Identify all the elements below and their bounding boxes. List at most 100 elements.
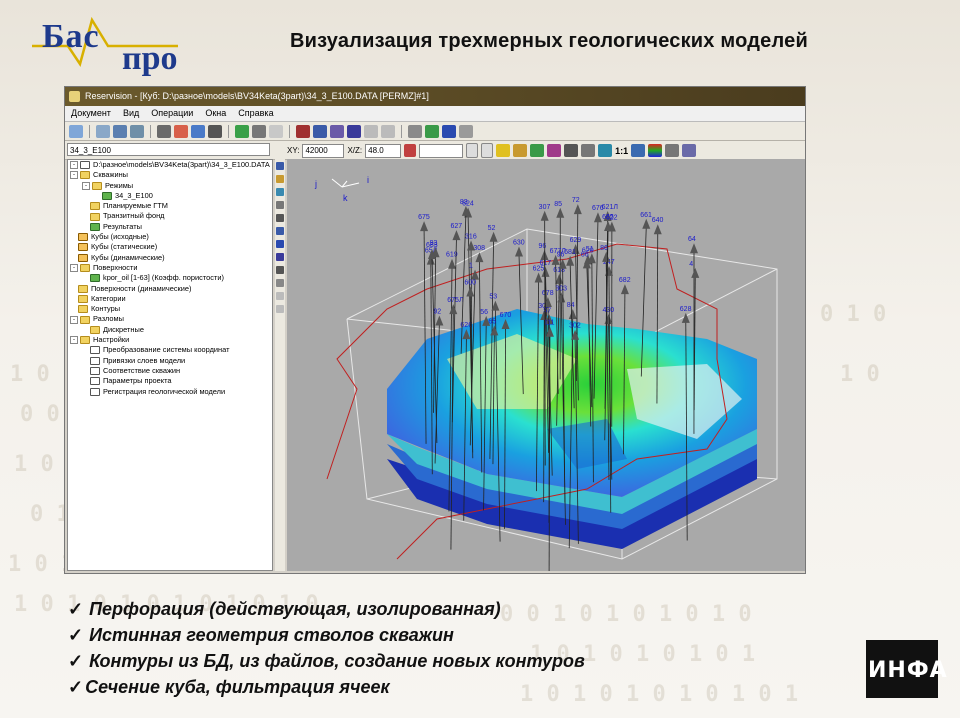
tree-item[interactable]: 34_3_E100	[68, 191, 272, 201]
palette-icon[interactable]	[191, 124, 205, 138]
reset-icon[interactable]	[404, 144, 417, 157]
wells-tool-icon[interactable]	[276, 201, 284, 209]
tree-item[interactable]: Транзитный фонд	[68, 211, 272, 221]
tree-item[interactable]: - D:\разное\models\BV34Keta(3part)\34_3_E…	[68, 160, 272, 170]
cube-icon	[78, 253, 88, 262]
tree-item[interactable]: - Разломы	[68, 314, 272, 324]
tree-item[interactable]: Результаты	[68, 222, 272, 232]
surface-tool-icon[interactable]	[276, 214, 284, 222]
layers-icon[interactable]	[530, 144, 545, 157]
menu-document[interactable]: Документ	[69, 106, 113, 121]
tree-item[interactable]: Контуры	[68, 304, 272, 314]
perforation-icon[interactable]	[276, 240, 284, 248]
well-label: 303	[555, 285, 567, 292]
collapse-toggle-icon[interactable]: -	[82, 181, 90, 190]
chart-icon[interactable]	[313, 124, 327, 138]
folder-open-icon[interactable]	[276, 175, 284, 183]
main-toolbar	[65, 122, 805, 141]
filter-tool-icon[interactable]	[276, 188, 284, 196]
inspect-icon[interactable]	[665, 144, 680, 157]
tree-item[interactable]: Параметры проекта	[68, 376, 272, 386]
print-icon[interactable]	[459, 124, 473, 138]
tree-item-label: Настройки	[93, 335, 130, 345]
tree-item[interactable]: Преобразование системы координат	[68, 345, 272, 355]
tree-item[interactable]: Поверхности (динамические)	[68, 284, 272, 294]
tree-item[interactable]: Планируемые ГТМ	[68, 201, 272, 211]
save-view-icon[interactable]	[276, 279, 284, 287]
tree-item[interactable]: - Настройки	[68, 335, 272, 345]
tree-item[interactable]: Кубы (исходные)	[68, 232, 272, 242]
xy-scale-field[interactable]: 42000	[302, 143, 345, 158]
book-icon[interactable]	[598, 144, 613, 157]
tree-item[interactable]: Дискретные	[68, 325, 272, 335]
tree-item[interactable]: Категории	[68, 294, 272, 304]
check-icon: ✓	[68, 651, 84, 671]
grid-icon[interactable]	[269, 124, 283, 138]
redo-icon[interactable]	[381, 124, 395, 138]
trajectory-icon[interactable]	[276, 227, 284, 235]
folder-icon	[80, 171, 90, 180]
wells-icon[interactable]	[235, 124, 249, 138]
collapse-toggle-icon[interactable]: -	[70, 315, 78, 324]
tree-item[interactable]: Кубы (динамические)	[68, 253, 272, 263]
well-label: 83	[460, 199, 468, 206]
refresh-icon[interactable]	[425, 124, 439, 138]
edit-icon[interactable]	[276, 162, 284, 170]
prev-arrow-icon[interactable]	[466, 143, 479, 158]
collapse-toggle-icon[interactable]: -	[70, 336, 78, 345]
3d-model-view[interactable]: j k i 618 617 620 621Л 622 624 619 625 626 629 630…	[287, 159, 805, 571]
redo-view-icon[interactable]	[276, 305, 284, 313]
filter-icon[interactable]	[631, 144, 646, 157]
collapse-toggle-icon[interactable]: -	[70, 264, 78, 273]
bike-icon[interactable]	[276, 266, 284, 274]
scale-one-to-one[interactable]: 1:1	[615, 146, 628, 156]
collapse-toggle-icon[interactable]: -	[70, 161, 78, 170]
model-selector[interactable]: 34_3_E100	[67, 143, 270, 156]
xz-label: X/Z:	[347, 146, 363, 155]
xz-scale-field[interactable]: 48.0	[365, 143, 402, 158]
menu-help[interactable]: Справка	[236, 106, 275, 121]
undo-view-icon[interactable]	[276, 292, 284, 300]
axis-label-j: j	[314, 179, 317, 189]
window-icon[interactable]	[113, 124, 127, 138]
menu-windows[interactable]: Окна	[203, 106, 228, 121]
open-icon[interactable]	[513, 144, 528, 157]
3d-scene[interactable]: j k i 618617620621Л622624619625626629630…	[287, 159, 805, 571]
zoom-icon[interactable]	[564, 144, 579, 157]
settings-icon[interactable]	[682, 144, 697, 157]
help-icon[interactable]	[442, 124, 456, 138]
tree-item[interactable]: - Режимы	[68, 181, 272, 191]
save-icon[interactable]	[408, 124, 422, 138]
color-tool-icon[interactable]	[174, 124, 188, 138]
undo-icon[interactable]	[364, 124, 378, 138]
well-filter-icon[interactable]	[276, 253, 284, 261]
tree-item[interactable]: Соответствие скважин	[68, 366, 272, 376]
menu-view[interactable]: Вид	[121, 106, 141, 121]
tree-item-label: Режимы	[105, 180, 134, 190]
tree-item[interactable]: - Скважины	[68, 170, 272, 180]
collapse-toggle-icon[interactable]: -	[70, 171, 78, 180]
colorscale-icon[interactable]	[648, 144, 663, 157]
text-icon[interactable]	[208, 124, 222, 138]
layer-select[interactable]	[419, 143, 464, 158]
tools-icon[interactable]	[252, 124, 266, 138]
tree-icon[interactable]	[69, 124, 83, 138]
function-icon[interactable]	[296, 124, 310, 138]
copy-icon[interactable]	[130, 124, 144, 138]
tree-item[interactable]: Кубы (статические)	[68, 242, 272, 252]
next-arrow-icon[interactable]	[481, 143, 494, 158]
lightning-icon[interactable]	[496, 144, 511, 157]
export-icon[interactable]	[347, 124, 361, 138]
select-icon[interactable]	[157, 124, 171, 138]
tree-item[interactable]: Регистрация геологической модели	[68, 387, 272, 397]
tree-item[interactable]: kpor_oil [1-63] (Коэфф. пористости)	[68, 273, 272, 283]
tree-item-label: Кубы (исходные)	[91, 232, 149, 242]
cube-view-icon[interactable]	[96, 124, 110, 138]
tree-item[interactable]: - Поверхности	[68, 263, 272, 273]
tree-item[interactable]: Привязки слоев модели	[68, 356, 272, 366]
table-icon[interactable]	[547, 144, 562, 157]
fit-icon[interactable]	[581, 144, 596, 157]
menu-operations[interactable]: Операции	[149, 106, 195, 121]
histogram-icon[interactable]	[330, 124, 344, 138]
